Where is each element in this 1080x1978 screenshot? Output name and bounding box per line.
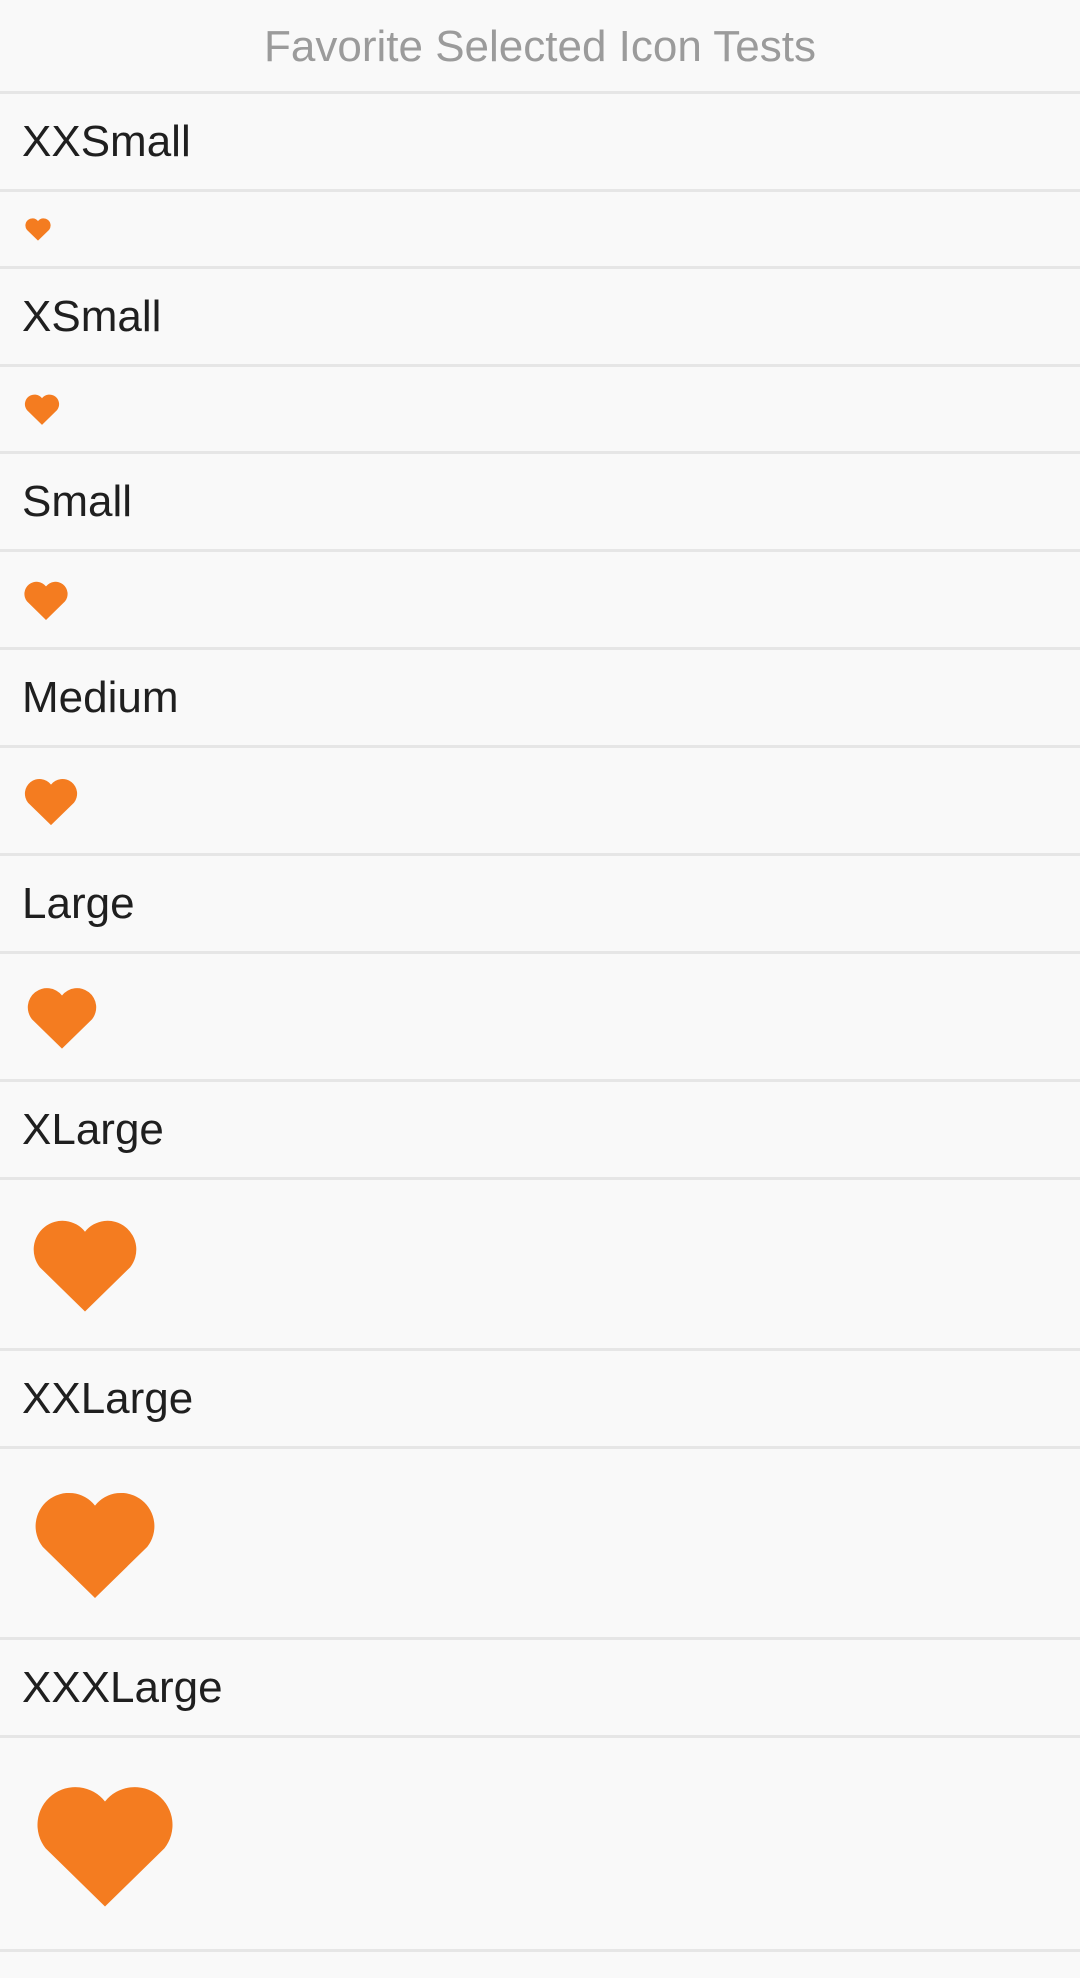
heart-icon (37, 1786, 173, 1906)
section-label-row: Large (0, 856, 1080, 954)
icon-row (0, 1738, 1080, 1952)
section-label-row: XSmall (0, 269, 1080, 367)
size-label: XXXLarge (22, 1662, 223, 1712)
heart-icon (25, 218, 51, 241)
section-label-row: Small (0, 454, 1080, 552)
size-label: Large (22, 878, 135, 928)
section-label-row: XLarge (0, 1082, 1080, 1180)
page-title: Favorite Selected Icon Tests (0, 0, 1080, 94)
section-label-row: XXLarge (0, 1351, 1080, 1449)
section-label-row: Medium (0, 650, 1080, 748)
section-label-row: XXSmall (0, 94, 1080, 192)
heart-icon (27, 987, 97, 1049)
size-label: XSmall (22, 291, 162, 341)
heart-icon (24, 394, 60, 425)
heart-icon (24, 581, 68, 620)
section-label-row: XXXLarge (0, 1640, 1080, 1738)
heart-icon (24, 778, 78, 825)
icon-row (0, 748, 1080, 856)
size-label: Medium (22, 672, 179, 722)
size-label: XLarge (22, 1104, 164, 1154)
icon-row (0, 367, 1080, 454)
size-label: XXSmall (22, 116, 191, 166)
size-label: Small (22, 476, 133, 526)
icon-row (0, 1180, 1080, 1351)
icon-row (0, 192, 1080, 269)
size-label: XXLarge (22, 1373, 194, 1423)
heart-icon (35, 1492, 155, 1598)
icon-row (0, 552, 1080, 650)
icon-row (0, 954, 1080, 1082)
icon-row (0, 1449, 1080, 1640)
heart-icon (33, 1220, 137, 1312)
